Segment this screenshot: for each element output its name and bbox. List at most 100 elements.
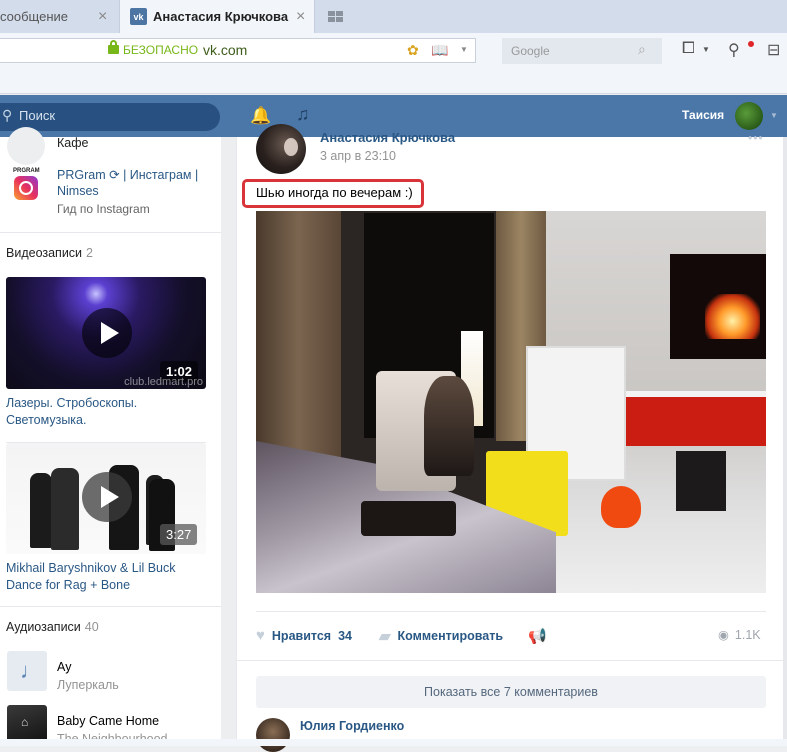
views-count: 1.1K <box>734 628 761 642</box>
more-options-icon[interactable]: ••• <box>748 131 764 145</box>
figure <box>30 473 52 548</box>
heart-icon: ♥ <box>256 627 265 644</box>
tabs-grid-icon[interactable] <box>328 11 343 22</box>
eye-icon: ◉ <box>718 628 729 642</box>
section-count: 40 <box>84 620 99 634</box>
divider <box>0 232 221 233</box>
comment-author-avatar[interactable] <box>256 718 290 752</box>
download-search-icon[interactable]: ⚲ <box>728 40 740 60</box>
bee-extension-icon[interactable]: ✿ <box>407 42 419 59</box>
section-title: Видеозаписи <box>6 246 83 260</box>
post-photo[interactable] <box>256 211 766 593</box>
post-date[interactable]: 3 апр в 23:10 <box>320 149 396 163</box>
notification-dot <box>748 41 754 47</box>
page-scrollbar[interactable] <box>783 137 787 739</box>
address-bar[interactable]: БЕЗОПАСНО vk.com ✿ 📖 ▼ <box>0 38 476 63</box>
comment-icon: ▰ <box>379 628 391 645</box>
album-art-icon: ⌂ <box>21 715 29 729</box>
post-author-avatar[interactable] <box>256 124 306 174</box>
video-title-line: Лазеры. Стробоскопы. <box>6 396 138 410</box>
photo-person <box>424 376 474 476</box>
section-title: Аудиозаписи <box>6 620 81 634</box>
crop-dropdown-icon[interactable]: ▼ <box>702 45 710 54</box>
audio-title[interactable]: Ау <box>57 660 71 674</box>
browser-status-bar <box>0 739 787 746</box>
play-icon[interactable] <box>82 308 132 358</box>
search-placeholder: Google <box>511 44 550 58</box>
video-title[interactable]: Mikhail Baryshnikov & Lil Buck Dance for … <box>6 560 176 594</box>
sync-icon: ⟳ <box>109 168 120 182</box>
tab-active[interactable]: vk Анастасия Крючкова × <box>119 0 315 33</box>
search-icon[interactable]: ⌕ <box>638 41 646 58</box>
community-name: PRGram <box>57 168 106 182</box>
vk-favicon-icon: vk <box>130 8 147 25</box>
address-row: БЕЗОПАСНО vk.com ✿ 📖 ▼ Google ⌕ <box>0 33 787 66</box>
user-avatar[interactable] <box>735 102 763 130</box>
like-count: 34 <box>338 628 352 643</box>
megaphone-icon: 📢 <box>528 628 547 645</box>
views-counter: ◉ 1.1K <box>718 627 761 642</box>
user-name[interactable]: Таисия <box>682 108 724 122</box>
videos-heading[interactable]: Видеозаписи 2 <box>6 246 93 260</box>
like-button[interactable]: ♥ Нравится 34 <box>256 627 352 644</box>
community-name-line1[interactable]: PRGram ⟳ | Инстаграм | <box>57 167 198 184</box>
section-count: 2 <box>86 246 93 260</box>
address-dropdown-icon[interactable]: ▼ <box>460 45 468 54</box>
photo-tv-stand <box>624 391 766 446</box>
close-tab-icon[interactable]: × <box>296 8 305 26</box>
notifications-bell-icon[interactable]: 🔔 <box>250 106 271 126</box>
video-duration: 3:27 <box>160 524 198 545</box>
show-all-comments-button[interactable]: Показать все 7 комментариев <box>256 676 766 708</box>
photo-orange-hat <box>601 486 641 528</box>
vk-search-placeholder: Поиск <box>19 108 56 123</box>
figure <box>51 468 79 550</box>
video-thumbnail[interactable]: 3:27 <box>6 443 206 554</box>
audio-cover[interactable]: ♩ <box>7 651 47 691</box>
community-name-line2[interactable]: Nimses <box>57 183 99 200</box>
comment-author[interactable]: Юлия Гордиенко <box>300 719 404 733</box>
share-button[interactable]: 📢 <box>528 627 554 645</box>
post-text: Шью иногда по вечерам :) <box>256 185 413 200</box>
tab-title: Анастасия Крючкова <box>153 9 289 24</box>
post-author[interactable]: Анастасия Крючкова <box>320 130 455 145</box>
photo-curtain-left <box>256 211 341 461</box>
photo-tv <box>670 254 766 359</box>
crop-screenshot-icon[interactable]: ⧠ <box>682 40 695 58</box>
photo-dark-cloth <box>361 501 456 536</box>
audio-title[interactable]: Baby Came Home <box>57 714 159 728</box>
search-icon: ⚲ <box>2 107 13 123</box>
video-thumbnail[interactable]: 1:02 club.ledmart.pro <box>6 277 206 389</box>
video-title-line: Dance for Rag + Bone <box>6 578 131 592</box>
url-text[interactable]: vk.com <box>203 42 247 58</box>
close-tab-icon[interactable]: × <box>98 8 107 26</box>
audio-heading[interactable]: Аудиозаписи 40 <box>6 620 99 634</box>
divider <box>0 606 221 607</box>
video-title-line: Mikhail Baryshnikov & Lil Buck <box>6 561 176 575</box>
lock-icon <box>108 40 119 54</box>
toolbox-icon[interactable]: ⊟ <box>767 40 780 60</box>
audio-artist[interactable]: Луперкаль <box>57 678 119 692</box>
video-title-line: Светомузыка. <box>6 413 87 427</box>
divider <box>256 611 766 612</box>
prgram-logo-text: PRGRAM <box>13 168 40 174</box>
video-watermark: club.ledmart.pro <box>124 376 203 388</box>
music-note-icon[interactable]: ♫ <box>296 104 310 125</box>
tab-title: сообщение <box>0 9 69 24</box>
music-note-icon: ♩ <box>20 658 42 683</box>
search-engine-box[interactable]: Google ⌕ <box>502 38 662 64</box>
browser-tab-bar: сообщение × vk Анастасия Крючкова × <box>0 0 787 33</box>
left-sidebar: Кафе PRGRAM PRGram ⟳ | Инстаграм | Nimse… <box>0 127 221 746</box>
community-avatar[interactable] <box>7 127 45 165</box>
divider <box>236 660 787 661</box>
security-label: БЕЗОПАСНО <box>123 43 199 57</box>
comment-button[interactable]: ▰ Комментировать <box>379 627 503 645</box>
user-menu-caret-icon[interactable]: ▼ <box>770 111 778 120</box>
prgram-logo[interactable]: PRGRAM <box>7 165 45 203</box>
reader-mode-icon[interactable]: 📖 <box>431 42 448 59</box>
bookmark-bar <box>0 66 787 94</box>
community-subtitle: Кафе <box>57 136 89 150</box>
tab-inactive[interactable]: сообщение × <box>0 0 118 33</box>
video-title[interactable]: Лазеры. Стробоскопы. Светомузыка. <box>6 395 137 429</box>
community-subtitle: Гид по Instagram <box>57 202 150 216</box>
play-icon[interactable] <box>82 472 132 522</box>
